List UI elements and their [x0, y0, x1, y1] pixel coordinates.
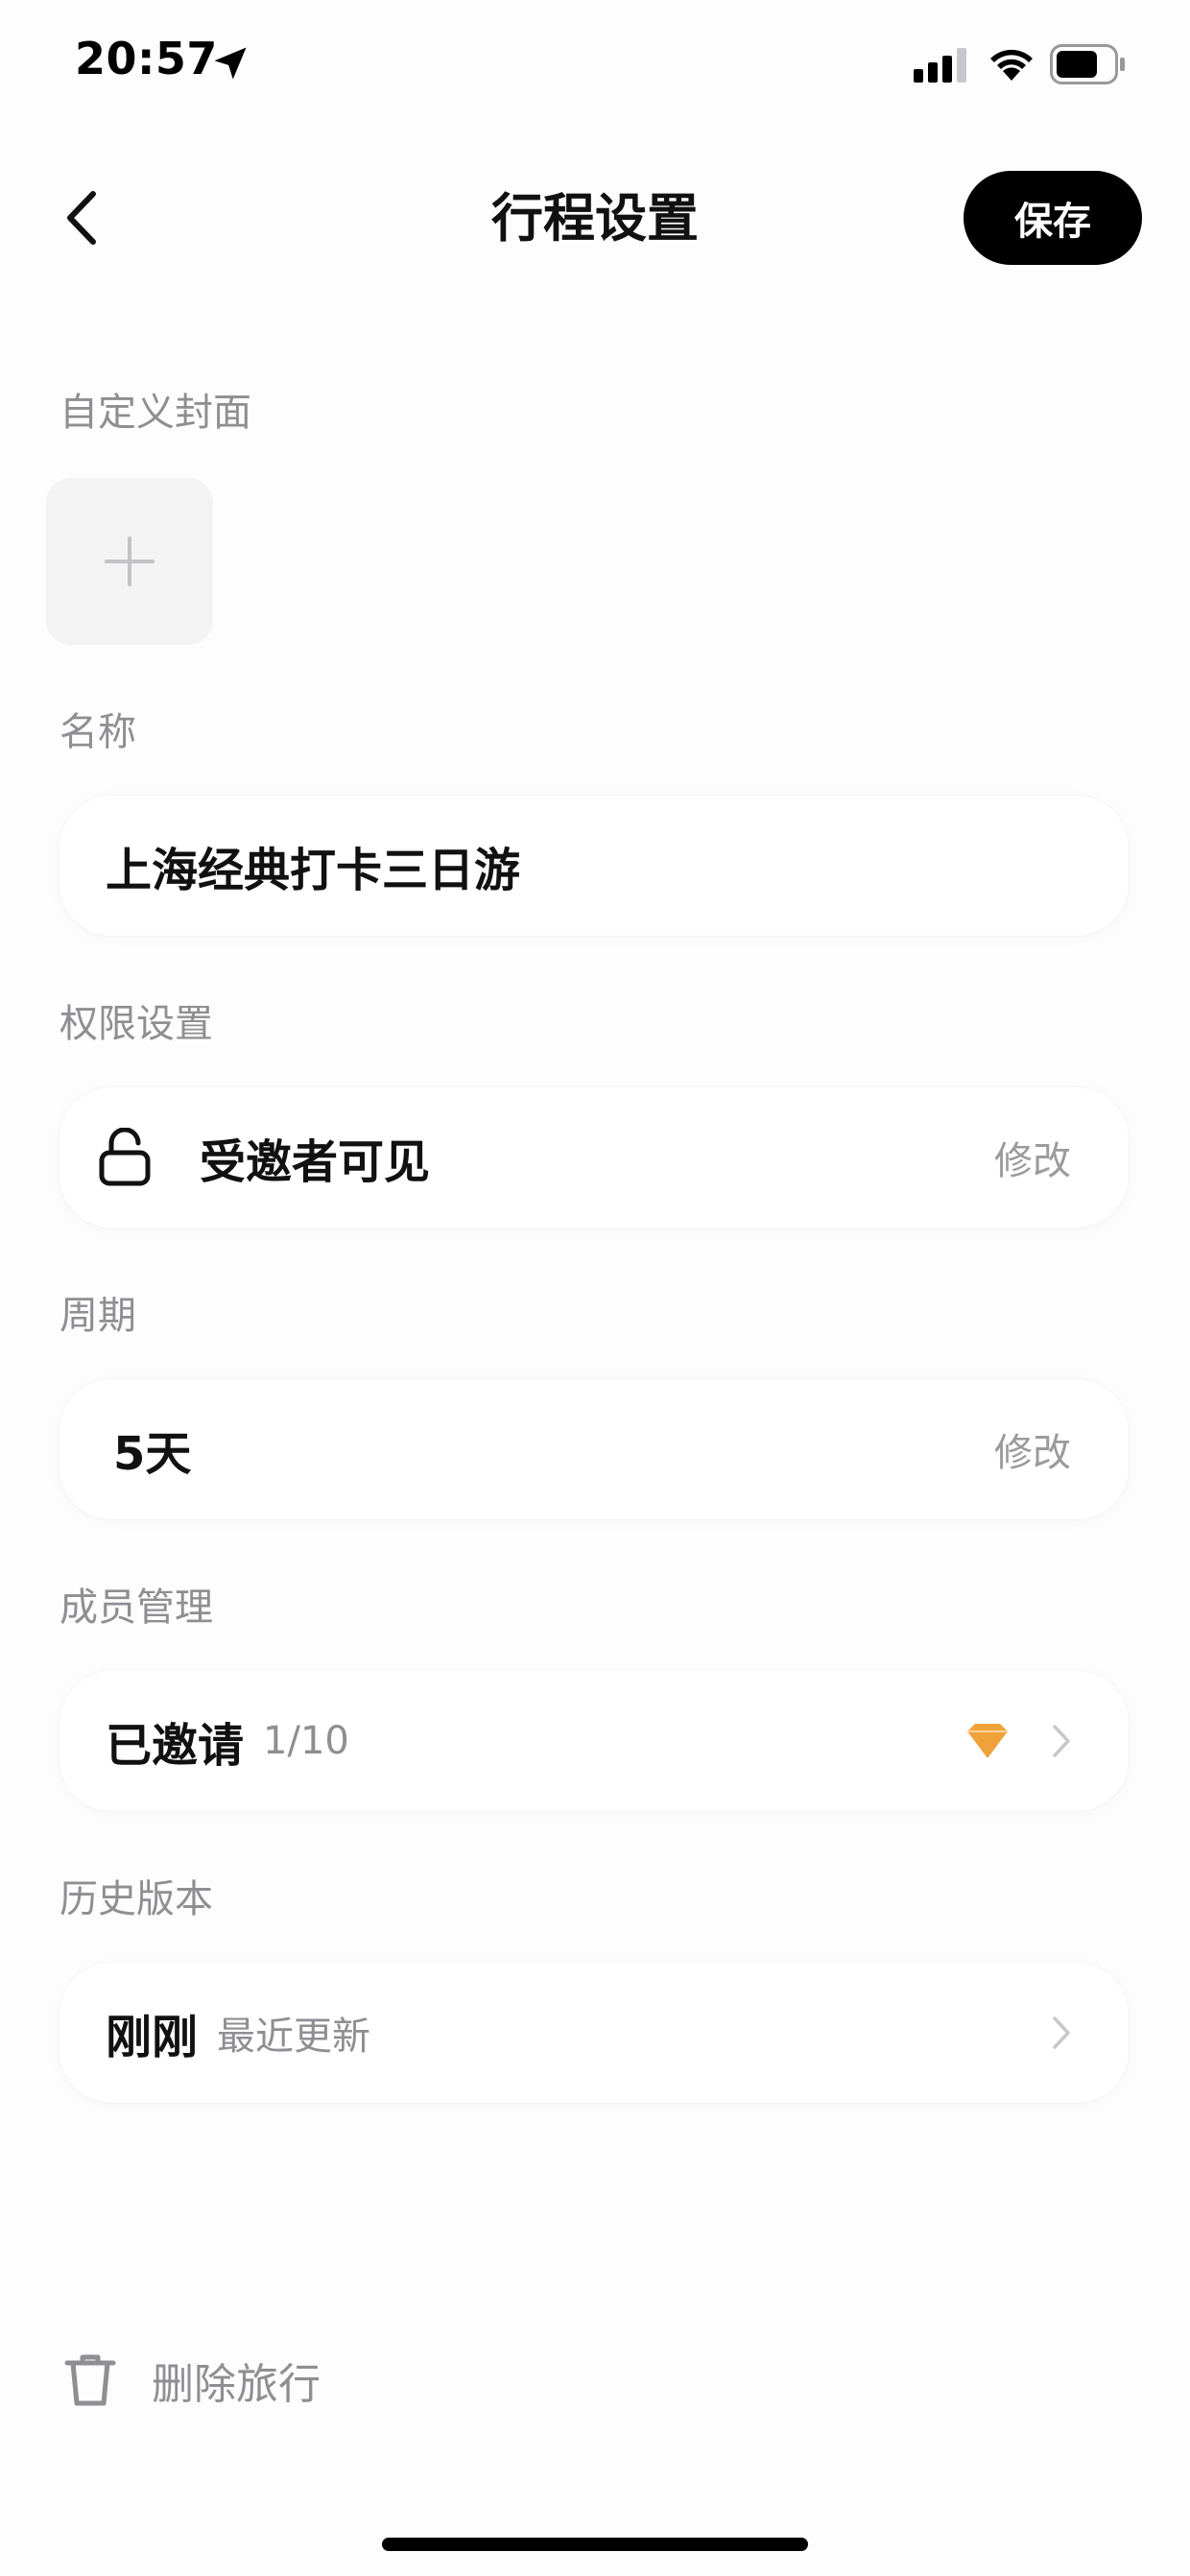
period-edit-link[interactable]: 修改 [994, 1421, 1071, 1477]
delete-trip-label: 删除旅行 [152, 2360, 321, 2409]
permission-section-label: 权限设置 [60, 1002, 213, 1046]
chevron-right-icon [1053, 1725, 1070, 1757]
period-row[interactable]: 5天 修改 [60, 1379, 1129, 1519]
name-input[interactable]: 上海经典打卡三日游 [60, 796, 1129, 936]
save-button[interactable]: 保存 [964, 171, 1142, 265]
location-arrow-icon [214, 47, 247, 80]
battery-icon [1050, 44, 1125, 84]
members-section-label: 成员管理 [60, 1586, 213, 1630]
history-value: 刚刚 [106, 2011, 199, 2064]
history-section-label: 历史版本 [60, 1877, 213, 1921]
members-value: 已邀请 [106, 1719, 245, 1773]
history-sub: 最近更新 [217, 2015, 371, 2059]
cellular-signal-icon [914, 48, 966, 83]
permission-edit-link[interactable]: 修改 [994, 1130, 1071, 1185]
add-cover-button[interactable] [46, 478, 213, 645]
cover-section-label: 自定义封面 [60, 391, 251, 435]
members-row[interactable]: 已邀请 1/10 [60, 1671, 1129, 1811]
period-section-label: 周期 [60, 1294, 136, 1338]
home-indicator [382, 2538, 808, 2551]
permission-value: 受邀者可见 [200, 1135, 431, 1189]
wifi-icon [990, 49, 1033, 81]
gem-icon [967, 1724, 1008, 1758]
name-section-label: 名称 [60, 710, 136, 754]
delete-trip-button[interactable]: 删除旅行 [60, 2342, 321, 2419]
status-time: 20:57 [75, 33, 218, 84]
chevron-left-icon [67, 191, 96, 245]
lock-open-icon [99, 1128, 151, 1186]
period-value: 5天 [113, 1427, 192, 1481]
status-bar: 20:57 [0, 0, 1190, 134]
chevron-right-icon [1053, 2016, 1070, 2049]
trash-icon [64, 2354, 116, 2406]
trip-name-value: 上海经典打卡三日游 [106, 844, 521, 897]
members-count: 1/10 [263, 1719, 349, 1763]
plus-icon [105, 537, 155, 586]
back-button[interactable] [56, 182, 107, 253]
permission-row[interactable]: 受邀者可见 修改 [60, 1087, 1129, 1228]
history-row[interactable]: 刚刚 最近更新 [60, 1963, 1129, 2103]
